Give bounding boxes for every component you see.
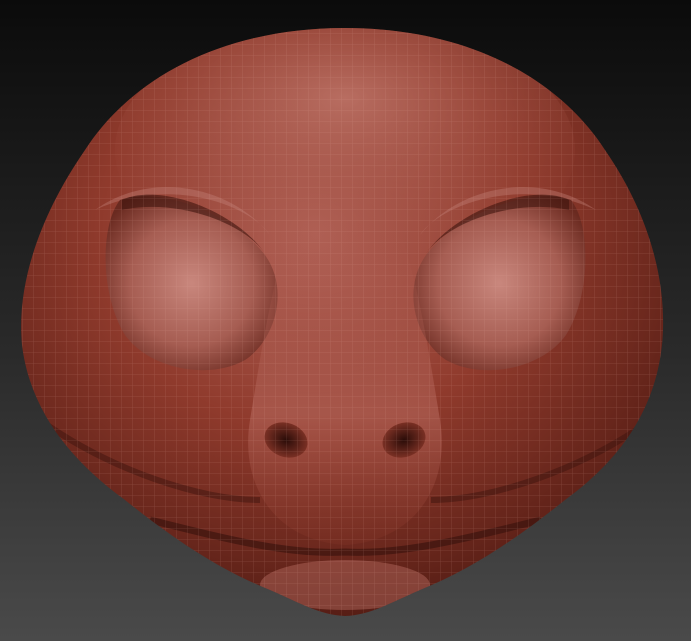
sculpt-render (21, 28, 664, 616)
3d-viewport[interactable] (0, 0, 691, 641)
wireframe-overlay (21, 28, 664, 616)
